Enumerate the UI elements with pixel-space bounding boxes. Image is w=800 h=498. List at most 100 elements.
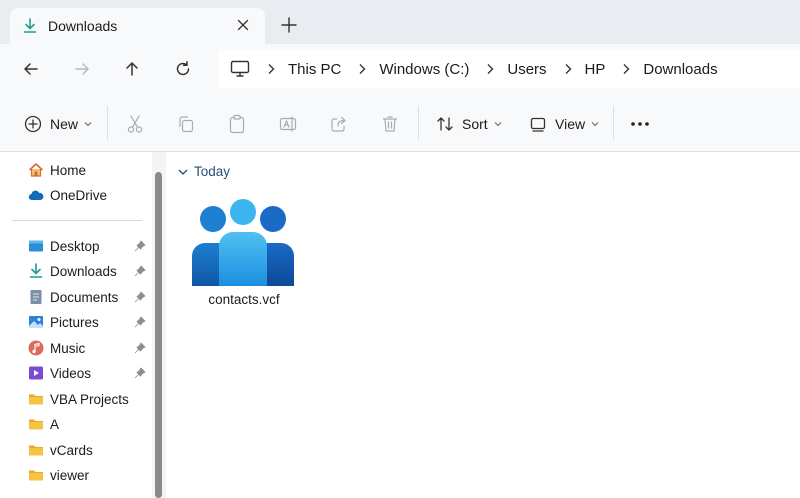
breadcrumb-this-pc[interactable]: This PC (288, 61, 341, 78)
sidebar-label-a: A (50, 416, 60, 432)
video-icon (29, 366, 43, 380)
rename-button[interactable] (279, 113, 299, 135)
view-label: View (555, 116, 586, 132)
close-icon[interactable] (235, 17, 251, 33)
delete-button[interactable] (381, 113, 399, 135)
toolbar-divider (107, 106, 108, 140)
more-options-button[interactable] (630, 113, 650, 135)
tab-title: Downloads (48, 18, 118, 34)
up-button[interactable] (121, 58, 143, 80)
sidebar-label-music: Music (50, 340, 86, 356)
back-button[interactable] (20, 58, 42, 80)
chevron-down-icon (494, 122, 502, 127)
sidebar-item-music[interactable]: Music (28, 337, 150, 359)
paste-button[interactable] (228, 113, 246, 135)
sidebar-item-vba-projects[interactable]: VBA Projects (28, 388, 150, 410)
pin-icon[interactable] (134, 316, 146, 328)
sidebar-divider (12, 220, 142, 221)
download-icon (23, 18, 37, 33)
new-tab-icon[interactable] (280, 16, 298, 34)
sidebar-item-desktop[interactable]: Desktop (28, 235, 150, 257)
sidebar-item-documents[interactable]: Documents (28, 286, 150, 308)
plus-circle-icon (24, 115, 42, 133)
new-label: New (50, 116, 79, 132)
group-label: Today (194, 164, 231, 179)
command-bar: New Sort View (0, 94, 800, 152)
chevron-right-icon (623, 64, 630, 74)
share-button[interactable] (330, 113, 348, 135)
chevron-right-icon (359, 64, 366, 74)
toolbar-divider (613, 106, 614, 140)
sidebar-item-viewer[interactable]: viewer (28, 464, 150, 486)
refresh-button[interactable] (172, 58, 194, 80)
breadcrumb-downloads[interactable]: Downloads (643, 61, 717, 78)
navigation-pane: Home OneDrive Desktop Downloads Document… (0, 152, 152, 498)
trash-icon (382, 116, 398, 132)
sidebar-scrollbar-thumb[interactable] (155, 172, 162, 498)
sidebar-label-onedrive: OneDrive (50, 187, 108, 203)
sidebar-item-pictures[interactable]: Pictures (28, 311, 150, 333)
chevron-right-icon (565, 64, 572, 74)
ellipsis-icon (631, 122, 649, 126)
pin-icon[interactable] (134, 291, 146, 303)
tab-strip: Downloads (0, 0, 800, 44)
breadcrumb-hp[interactable]: HP (585, 61, 606, 78)
arrow-left-icon (24, 63, 38, 75)
desktop-icon (29, 240, 43, 252)
scissors-icon (127, 115, 143, 133)
folder-icon (29, 470, 43, 481)
sidebar-label-vcards: vCards (50, 442, 93, 458)
breadcrumb-users[interactable]: Users (507, 61, 546, 78)
sidebar-item-videos[interactable]: Videos (28, 362, 150, 384)
picture-icon (29, 316, 43, 328)
view-icon (530, 117, 546, 132)
sidebar-item-a[interactable]: A (28, 413, 150, 435)
sidebar-label-vba-projects: VBA Projects (50, 391, 129, 407)
share-icon (331, 116, 346, 132)
contacts-icon (192, 199, 294, 286)
pin-icon[interactable] (134, 265, 146, 277)
sidebar-item-onedrive[interactable]: OneDrive (28, 184, 150, 206)
address-bar[interactable]: This PC Windows (C:) Users HP Downloads (218, 50, 800, 88)
pin-icon[interactable] (134, 367, 146, 379)
sidebar-label-downloads: Downloads (50, 263, 117, 279)
cloud-icon (28, 190, 44, 201)
sidebar-item-downloads[interactable]: Downloads (28, 260, 150, 282)
chevron-down-icon (178, 169, 188, 175)
view-button[interactable]: View (529, 113, 599, 135)
sidebar-item-home[interactable]: Home (28, 159, 150, 181)
breadcrumb-windows-c[interactable]: Windows (C:) (379, 61, 469, 78)
file-item-contacts-vcf[interactable]: contacts.vcf (188, 198, 300, 314)
cut-button[interactable] (126, 113, 144, 135)
copy-icon (179, 116, 194, 133)
sort-label: Sort (462, 116, 488, 132)
home-icon (28, 163, 44, 177)
chevron-down-icon (84, 122, 92, 127)
copy-button[interactable] (177, 113, 195, 135)
sort-icon (437, 117, 453, 131)
rename-icon (279, 116, 297, 132)
tab-downloads[interactable]: Downloads (10, 8, 265, 44)
sidebar-item-vcards[interactable]: vCards (28, 439, 150, 461)
sidebar-label-videos: Videos (50, 365, 92, 381)
refresh-icon (176, 61, 190, 76)
arrow-up-icon (126, 62, 138, 76)
group-header-today[interactable]: Today (178, 164, 230, 179)
new-button[interactable]: New (24, 113, 92, 135)
sidebar-label-pictures: Pictures (50, 314, 99, 330)
navigation-bar: This PC Windows (C:) Users HP Downloads (0, 44, 800, 94)
pin-icon[interactable] (134, 342, 146, 354)
arrow-right-icon (75, 63, 89, 75)
sidebar-label-viewer: viewer (50, 467, 90, 483)
forward-button[interactable] (71, 58, 93, 80)
music-icon (28, 340, 44, 356)
sort-button[interactable]: Sort (436, 113, 502, 135)
sidebar-label-documents: Documents (50, 289, 119, 305)
download-icon (29, 263, 43, 278)
chevron-right-icon (268, 64, 275, 74)
toolbar-divider (418, 106, 419, 140)
file-list: Today contacts.vcf (166, 152, 800, 498)
computer-icon (230, 60, 250, 77)
document-icon (30, 290, 42, 304)
pin-icon[interactable] (134, 240, 146, 252)
